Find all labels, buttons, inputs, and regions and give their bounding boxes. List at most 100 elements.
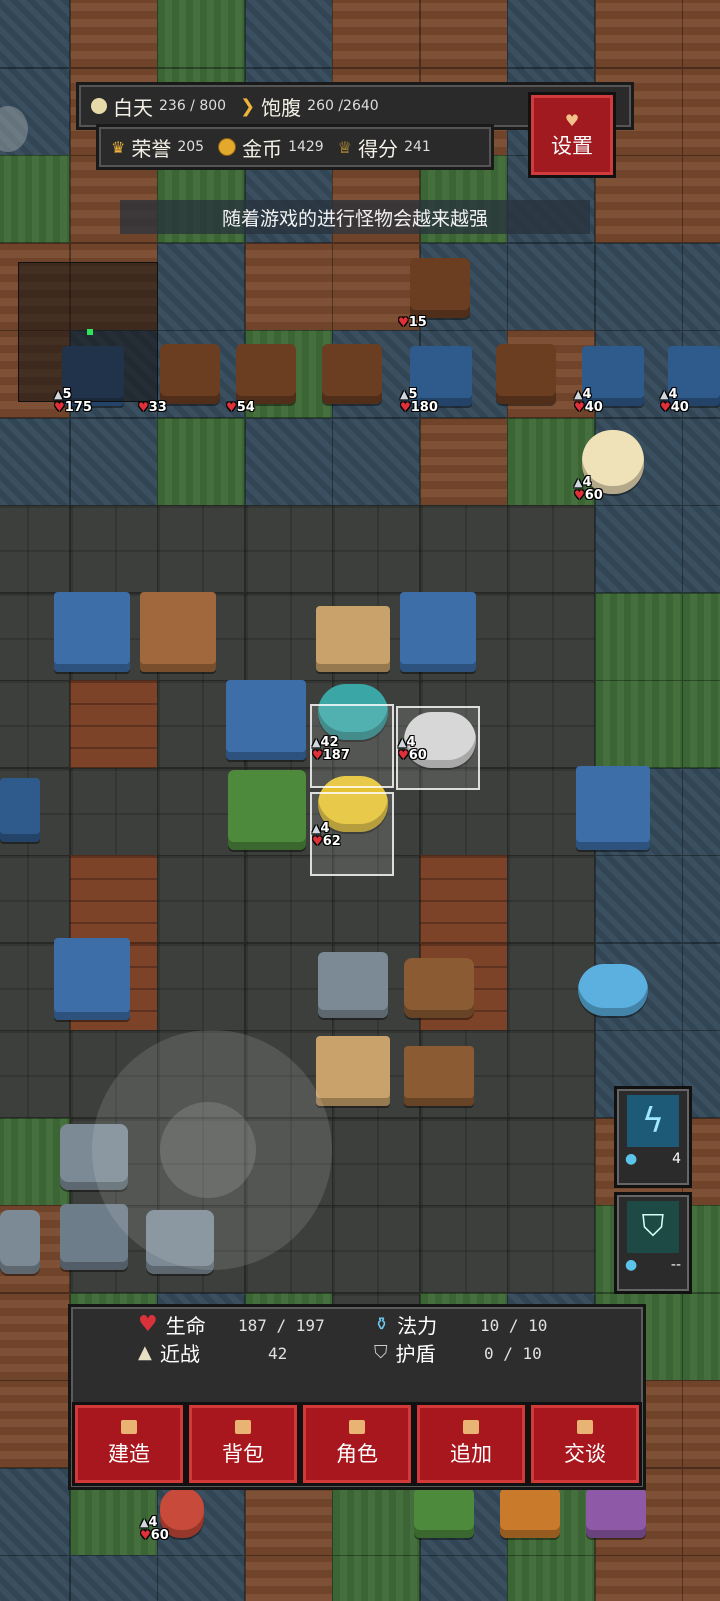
map-tile[interactable] <box>682 242 720 331</box>
map-tile[interactable] <box>682 1467 720 1556</box>
map-tile[interactable] <box>507 1555 595 1601</box>
map-tile[interactable] <box>507 242 595 331</box>
joystick-knob[interactable] <box>160 1102 256 1198</box>
map-tile[interactable] <box>244 0 333 68</box>
house-sprite[interactable] <box>400 592 476 672</box>
map-tile[interactable] <box>682 767 720 856</box>
workbench-sprite[interactable] <box>404 1046 474 1106</box>
map-tile[interactable] <box>0 0 70 68</box>
map-tile[interactable] <box>69 0 158 68</box>
map-tile[interactable] <box>419 505 508 593</box>
shop-sprite[interactable] <box>576 766 650 850</box>
map-tile[interactable] <box>0 505 70 593</box>
map-tile[interactable] <box>594 242 683 331</box>
talk-button[interactable]: 交谈 <box>528 1402 642 1486</box>
map-tile[interactable] <box>69 767 158 856</box>
anvil-sprite[interactable] <box>318 952 388 1018</box>
map-tile[interactable] <box>682 1292 720 1381</box>
map-tile[interactable] <box>594 592 683 681</box>
map-tile[interactable] <box>244 242 333 331</box>
map-tile[interactable] <box>69 855 158 943</box>
planter-sprite[interactable] <box>586 1488 646 1538</box>
map-tile[interactable] <box>0 155 70 243</box>
map-tile[interactable] <box>682 855 720 943</box>
map-tile[interactable] <box>0 1380 70 1468</box>
barricade-sprite[interactable] <box>160 344 220 404</box>
well-sprite[interactable] <box>404 958 474 1018</box>
map-tile[interactable] <box>0 1292 70 1381</box>
map-tile[interactable] <box>507 505 595 593</box>
map-tile[interactable] <box>244 505 333 593</box>
map-tile[interactable] <box>419 1117 508 1206</box>
map-tile[interactable] <box>332 505 420 593</box>
map-tile[interactable] <box>507 1205 595 1293</box>
map-tile[interactable] <box>507 0 595 68</box>
build-button[interactable]: 建造 <box>72 1402 186 1486</box>
map-tile[interactable] <box>332 1117 420 1206</box>
map-tile[interactable] <box>419 1205 508 1293</box>
map-tile[interactable] <box>682 592 720 681</box>
minimap[interactable] <box>18 262 158 402</box>
map-tile[interactable] <box>682 942 720 1031</box>
map-tile[interactable] <box>157 942 245 1031</box>
map-tile[interactable] <box>244 417 333 506</box>
planter-sprite[interactable] <box>414 1488 474 1538</box>
map-tile[interactable] <box>157 0 245 68</box>
barricade-sprite[interactable] <box>236 344 296 404</box>
map-tile[interactable] <box>244 1555 333 1601</box>
map-tile[interactable] <box>507 855 595 943</box>
lightning-skill-button[interactable]: ϟ ● 4 <box>614 1086 692 1188</box>
map-tile[interactable] <box>69 417 158 506</box>
shield-skill-button[interactable]: ⛉ ● -- <box>614 1192 692 1294</box>
map-tile[interactable] <box>419 855 508 943</box>
map-tile[interactable] <box>682 417 720 506</box>
map-tile[interactable] <box>419 1555 508 1601</box>
map-tile[interactable] <box>0 680 70 768</box>
map-tile[interactable] <box>682 1555 720 1601</box>
cauldron-sprite[interactable] <box>0 1210 40 1274</box>
map-tile[interactable] <box>419 417 508 506</box>
furnace-sprite[interactable] <box>316 1036 390 1106</box>
map-tile[interactable] <box>594 680 683 768</box>
map-tile[interactable] <box>157 855 245 943</box>
barricade-sprite[interactable] <box>322 344 382 404</box>
map-tile[interactable] <box>0 855 70 943</box>
map-tile[interactable] <box>332 0 420 68</box>
character-button[interactable]: 角色 <box>300 1402 414 1486</box>
crystal-altar-sprite[interactable] <box>228 770 306 850</box>
house-sprite[interactable] <box>54 592 130 672</box>
map-tile[interactable] <box>69 505 158 593</box>
map-tile[interactable] <box>594 0 683 68</box>
map-tile[interactable] <box>682 0 720 68</box>
map-tile[interactable] <box>507 680 595 768</box>
town-hall-sprite[interactable] <box>226 680 306 760</box>
settings-button[interactable]: ♥ 设置 <box>528 92 616 178</box>
barricade-sprite[interactable] <box>496 344 556 404</box>
map-tile[interactable] <box>507 1117 595 1206</box>
map-tile[interactable] <box>0 1030 70 1118</box>
add-button[interactable]: 追加 <box>414 1402 528 1486</box>
house-sprite[interactable] <box>54 938 130 1020</box>
map-tile[interactable] <box>594 505 683 593</box>
map-tile[interactable] <box>69 1555 158 1601</box>
map-tile[interactable] <box>682 680 720 768</box>
map-tile[interactable] <box>69 680 158 768</box>
map-tile[interactable] <box>157 417 245 506</box>
map-tile[interactable] <box>0 1555 70 1601</box>
map-tile[interactable] <box>0 417 70 506</box>
house-sprite[interactable] <box>140 592 216 672</box>
map-tile[interactable] <box>157 1555 245 1601</box>
fountain-sprite[interactable] <box>578 964 648 1016</box>
map-tile[interactable] <box>682 505 720 593</box>
map-tile[interactable] <box>594 1555 683 1601</box>
furnace-sprite[interactable] <box>316 606 390 672</box>
barricade-sprite[interactable] <box>410 258 470 318</box>
map-tile[interactable] <box>332 417 420 506</box>
planter-sprite[interactable] <box>500 1488 560 1538</box>
map-tile[interactable] <box>682 67 720 156</box>
map-tile[interactable] <box>332 1205 420 1293</box>
map-tile[interactable] <box>419 0 508 68</box>
map-tile[interactable] <box>682 155 720 243</box>
crossbow-tower-sprite[interactable] <box>0 778 40 842</box>
map-tile[interactable] <box>682 1380 720 1468</box>
